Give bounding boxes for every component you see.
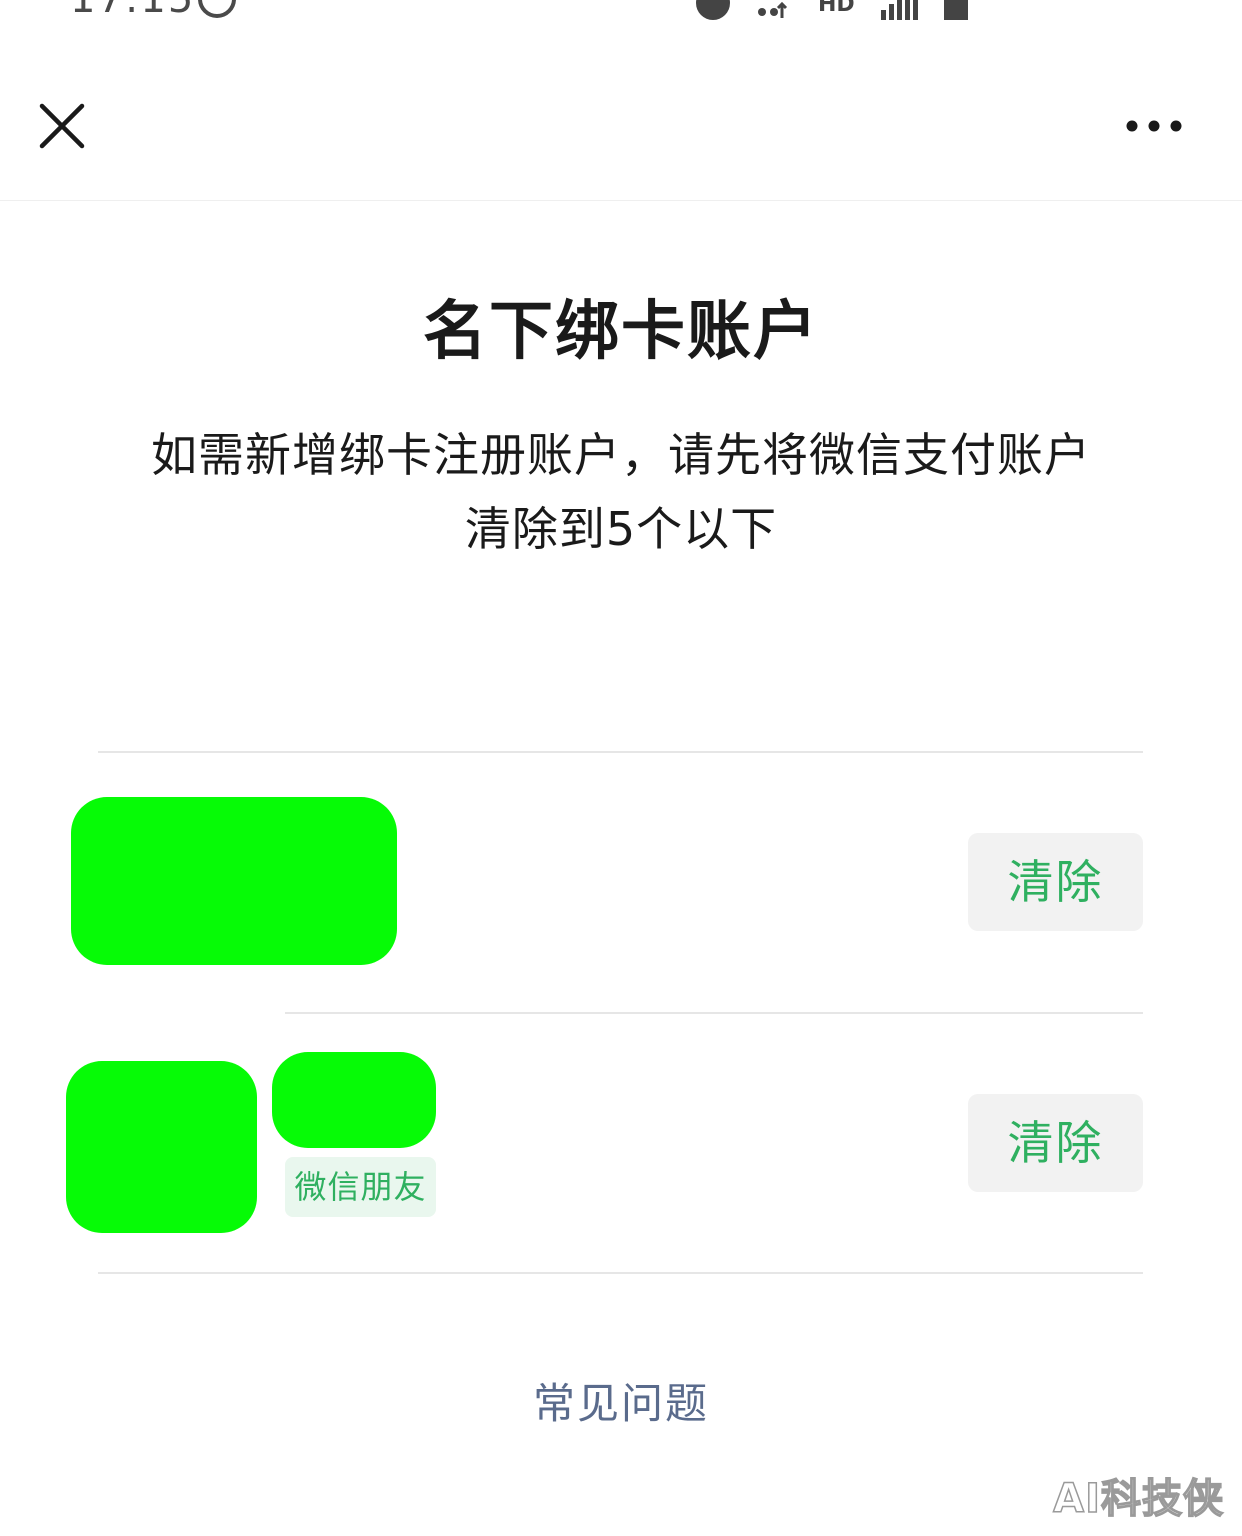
wechat-friend-tag: 微信朋友 <box>285 1157 436 1217</box>
description-line-2: 清除到5个以下 <box>464 502 778 556</box>
redacted-account-info <box>71 797 397 965</box>
description-line-1: 如需新增绑卡注册账户，请先将微信支付账户 <box>151 428 1091 482</box>
redacted-avatar <box>66 1061 257 1233</box>
list-divider-middle <box>285 1012 1143 1014</box>
page: 17:15 HD <box>0 0 1242 1536</box>
close-icon[interactable] <box>30 94 94 158</box>
page-title: 名下绑卡账户 <box>423 295 819 369</box>
status-bar: 17:15 HD <box>0 0 1242 24</box>
alarm-icon <box>696 0 730 20</box>
status-icons: HD <box>696 0 968 20</box>
faq-link[interactable]: 常见问题 <box>0 1370 1242 1431</box>
nav-bar <box>0 50 1242 201</box>
more-icon[interactable] <box>1118 106 1192 146</box>
redacted-account-name <box>272 1052 436 1148</box>
list-divider-top <box>98 751 1143 753</box>
clear-button[interactable]: 清除 <box>968 833 1143 931</box>
list-divider-bottom <box>98 1272 1143 1274</box>
status-time: 17:15 <box>70 0 195 22</box>
clear-button[interactable]: 清除 <box>968 1094 1143 1192</box>
watermark: AI科技侠 <box>1052 1475 1224 1523</box>
page-description: 如需新增绑卡注册账户，请先将微信支付账户 清除到5个以下 <box>0 418 1242 566</box>
hd-icon: HD <box>818 0 855 17</box>
k-circle-icon <box>198 0 236 18</box>
signal-icon <box>880 0 918 20</box>
battery-icon <box>943 0 968 20</box>
wifi-icon <box>758 1 788 18</box>
